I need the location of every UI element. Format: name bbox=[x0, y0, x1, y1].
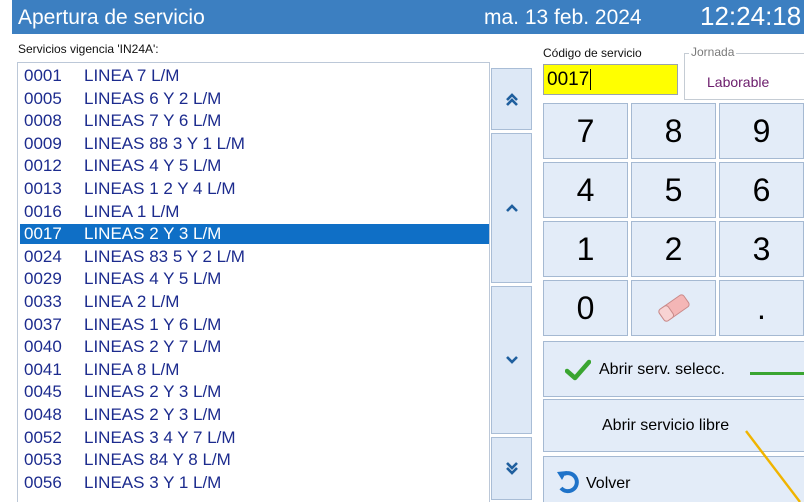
service-list-item[interactable]: 0009 LINEAS 88 3 Y 1 L/M bbox=[20, 134, 489, 154]
service-code: 0045 bbox=[24, 382, 62, 402]
page-down-button[interactable] bbox=[491, 437, 532, 500]
service-code-input[interactable]: 0017 bbox=[543, 64, 678, 95]
scroll-up-button[interactable] bbox=[491, 133, 532, 283]
service-name: LINEA 2 L/M bbox=[84, 292, 180, 311]
service-name: LINEAS 4 Y 5 L/M bbox=[84, 269, 222, 289]
jornada-label: Jornada bbox=[689, 45, 737, 59]
service-name: LINEAS 2 Y 3 L/M bbox=[84, 405, 222, 424]
service-code: 0024 bbox=[24, 246, 62, 266]
service-name: LINEA 8 L/M bbox=[84, 359, 180, 379]
service-code: 0013 bbox=[24, 179, 62, 198]
scroll-down-button[interactable] bbox=[491, 286, 532, 434]
service-name: LINEAS 2 Y 7 L/M bbox=[84, 337, 222, 357]
keypad-key-4[interactable]: 4 bbox=[543, 162, 628, 218]
keypad-key-6[interactable]: 6 bbox=[719, 162, 804, 218]
services-list[interactable]: 0001 LINEA 7 L/M 0005 LINEAS 6 Y 2 L/M 0008 L… bbox=[17, 62, 490, 502]
service-code: 0040 bbox=[24, 337, 62, 357]
service-code: 0008 bbox=[24, 111, 62, 131]
keypad-key-3[interactable]: 3 bbox=[719, 221, 804, 277]
service-name: LINEAS 3 Y 1 L/M bbox=[84, 472, 222, 492]
service-code: 0017 bbox=[24, 224, 62, 244]
service-list-item[interactable]: 0048 LINEAS 2 Y 3 L/M bbox=[20, 405, 489, 425]
service-list-item[interactable]: 0052 LINEAS 3 4 Y 7 L/M bbox=[20, 428, 489, 448]
service-list-item[interactable]: 0056 LINEAS 3 Y 1 L/M bbox=[20, 473, 489, 493]
service-code: 0029 bbox=[24, 269, 62, 289]
service-code: 0056 bbox=[24, 472, 62, 492]
back-button-label: Volver bbox=[586, 475, 631, 492]
service-name: LINEA 1 L/M bbox=[84, 201, 180, 221]
service-code: 0041 bbox=[24, 359, 62, 379]
service-code-value: 0017 bbox=[547, 69, 590, 90]
service-list-item[interactable]: 0024 LINEAS 83 5 Y 2 L/M bbox=[20, 247, 489, 267]
chevron-up-icon bbox=[505, 204, 518, 212]
service-list-item[interactable]: 0033 LINEA 2 L/M bbox=[20, 292, 489, 312]
undo-arrow-icon bbox=[557, 471, 579, 494]
service-name: LINEAS 7 Y 6 L/M bbox=[84, 111, 222, 131]
service-list-item[interactable]: 0005 LINEAS 6 Y 2 L/M bbox=[20, 89, 489, 109]
service-list-item[interactable]: 0001 LINEA 7 L/M bbox=[20, 66, 489, 86]
service-list-item[interactable]: 0040 LINEAS 2 Y 7 L/M bbox=[20, 337, 489, 357]
service-name: LINEAS 4 Y 5 L/M bbox=[84, 156, 222, 176]
jornada-group: Jornada Laborable bbox=[684, 45, 804, 100]
service-code: 0048 bbox=[24, 405, 62, 424]
service-list-item[interactable]: 0012 LINEAS 4 Y 5 L/M bbox=[20, 156, 489, 176]
service-name: LINEAS 84 Y 8 L/M bbox=[84, 450, 231, 470]
service-name: LINEAS 1 2 Y 4 L/M bbox=[84, 179, 236, 198]
open-selected-service-button[interactable]: Abrir serv. selecc. bbox=[543, 341, 804, 397]
keypad-key-9[interactable]: 9 bbox=[719, 103, 804, 159]
double-chevron-up-icon bbox=[505, 93, 518, 106]
service-name: LINEAS 88 3 Y 1 L/M bbox=[84, 133, 245, 153]
service-code: 0052 bbox=[24, 427, 62, 447]
annotation-line bbox=[745, 430, 801, 502]
eraser-icon bbox=[657, 294, 690, 322]
keypad-erase-button[interactable] bbox=[631, 280, 716, 336]
service-list-item[interactable]: 0053 LINEAS 84 Y 8 L/M bbox=[20, 450, 489, 470]
title-bar: Apertura de servicio ma. 13 feb. 2024 12… bbox=[12, 0, 804, 34]
checkmark-icon bbox=[565, 359, 591, 381]
service-name: LINEAS 6 Y 2 L/M bbox=[84, 88, 222, 108]
service-name: LINEAS 2 Y 3 L/M bbox=[84, 382, 222, 402]
service-list-item[interactable]: 0045 LINEAS 2 Y 3 L/M bbox=[20, 382, 489, 402]
service-list-item[interactable]: 0029 LINEAS 4 Y 5 L/M bbox=[20, 269, 489, 289]
services-caption: Servicios vigencia 'IN24A': bbox=[18, 42, 159, 56]
service-code: 0005 bbox=[24, 88, 62, 108]
service-code: 0053 bbox=[24, 450, 62, 470]
service-list-item[interactable]: 0037 LINEAS 1 Y 6 L/M bbox=[20, 315, 489, 335]
clock-display: 12:24:18 bbox=[700, 1, 802, 31]
keypad-key-1[interactable]: 1 bbox=[543, 221, 628, 277]
service-list-item[interactable]: 0041 LINEA 8 L/M bbox=[20, 360, 489, 380]
keypad-key-2[interactable]: 2 bbox=[631, 221, 716, 277]
service-code: 0033 bbox=[24, 292, 62, 311]
service-name: LINEAS 1 Y 6 L/M bbox=[84, 314, 222, 334]
service-code: 0016 bbox=[24, 201, 62, 221]
keypad-key-5[interactable]: 5 bbox=[631, 162, 716, 218]
service-name: LINEAS 2 Y 3 L/M bbox=[84, 224, 222, 244]
service-list-item[interactable]: 0016 LINEA 1 L/M bbox=[20, 202, 489, 222]
highlight-line bbox=[750, 372, 804, 375]
service-code: 0012 bbox=[24, 156, 62, 176]
open-free-service-label: Abrir servicio libre bbox=[602, 417, 730, 434]
service-list-item[interactable]: 0017 LINEAS 2 Y 3 L/M bbox=[20, 224, 489, 245]
service-list-item[interactable]: 0008 LINEAS 7 Y 6 L/M bbox=[20, 111, 489, 131]
keypad-key-dot[interactable]: . bbox=[719, 280, 804, 336]
open-selected-service-label: Abrir serv. selecc. bbox=[599, 361, 725, 378]
keypad-key-0[interactable]: 0 bbox=[543, 280, 628, 336]
date-display: ma. 13 feb. 2024 bbox=[484, 6, 642, 29]
service-list-item[interactable]: 0013 LINEAS 1 2 Y 4 L/M bbox=[20, 179, 489, 199]
keypad-key-8[interactable]: 8 bbox=[631, 103, 716, 159]
page-up-button[interactable] bbox=[491, 68, 532, 130]
chevron-down-icon bbox=[505, 356, 518, 364]
service-name: LINEAS 3 4 Y 7 L/M bbox=[84, 427, 236, 447]
text-caret bbox=[590, 69, 592, 91]
keypad-key-7[interactable]: 7 bbox=[543, 103, 628, 159]
service-name: LINEAS 83 5 Y 2 L/M bbox=[84, 246, 245, 266]
jornada-value: Laborable bbox=[707, 74, 770, 90]
service-name: LINEA 7 L/M bbox=[84, 66, 180, 85]
service-code: 0009 bbox=[24, 133, 62, 153]
double-chevron-down-icon bbox=[505, 461, 518, 475]
window-title: Apertura de servicio bbox=[18, 6, 205, 29]
service-code-label: Código de servicio bbox=[543, 46, 642, 60]
service-code: 0001 bbox=[24, 66, 62, 85]
service-code: 0037 bbox=[24, 314, 62, 334]
